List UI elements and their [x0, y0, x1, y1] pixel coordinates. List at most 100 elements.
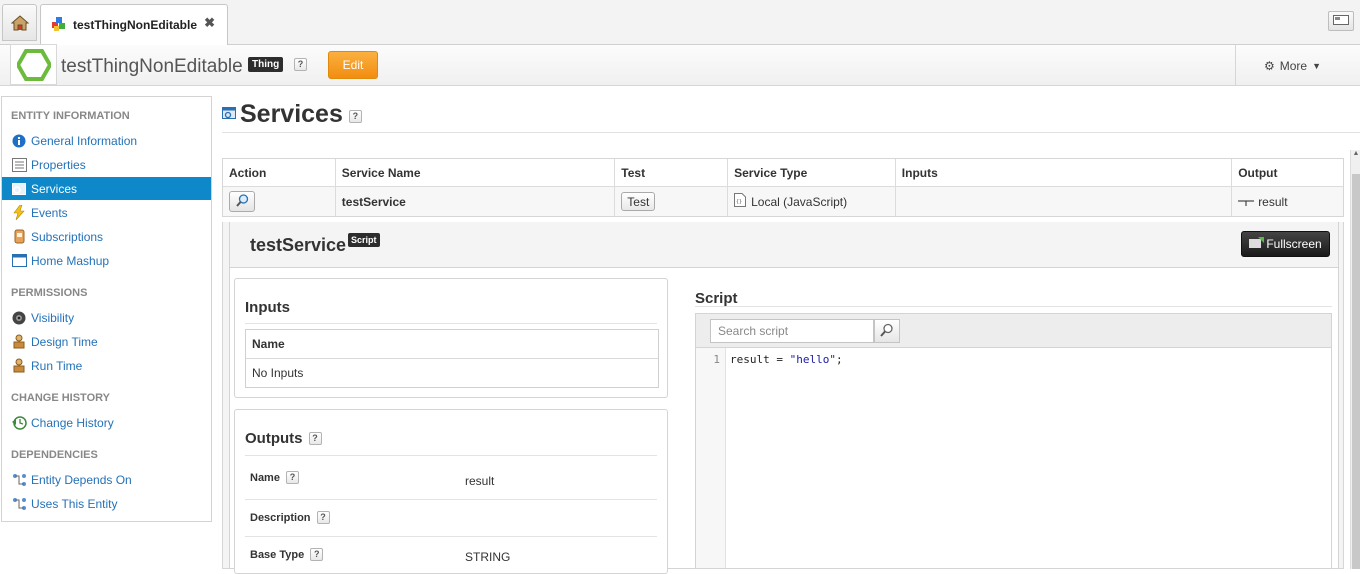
- scroll-thumb[interactable]: [1352, 174, 1360, 569]
- sidebar-item-entity-depends-on[interactable]: Entity Depends On: [2, 468, 211, 491]
- output-field-label: Name ?: [250, 471, 299, 484]
- view-service-button[interactable]: [229, 191, 255, 212]
- more-menu-button[interactable]: ⚙ More ▼: [1235, 45, 1360, 86]
- entity-type-badge: Thing: [248, 57, 284, 72]
- sidebar: ENTITY INFORMATION General Information P…: [1, 96, 212, 522]
- script-title: Script: [695, 290, 738, 307]
- sidebar-item-home-mashup[interactable]: Home Mashup: [2, 249, 211, 272]
- tab-entity[interactable]: testThingNonEditable ✖: [40, 4, 228, 45]
- table-header-row: Action Service Name Test Service Type In…: [223, 159, 1343, 187]
- divider: [245, 499, 657, 500]
- more-label: More: [1279, 58, 1308, 73]
- field-label-text: Description: [250, 511, 311, 524]
- test-cell: Test: [615, 187, 729, 216]
- output-cell: result: [1232, 187, 1343, 216]
- thing-cubes-icon: [51, 16, 67, 35]
- sidebar-item-run-time[interactable]: Run Time: [2, 354, 211, 377]
- tab-label: testThingNonEditable: [73, 18, 197, 32]
- sidebar-item-change-history[interactable]: Change History: [2, 411, 211, 434]
- help-icon[interactable]: ?: [294, 58, 307, 71]
- sidebar-item-services[interactable]: Services: [2, 177, 211, 200]
- inputs-cell: [896, 187, 1233, 216]
- search-button[interactable]: [874, 319, 900, 343]
- sidebar-item-label: Visibility: [31, 310, 75, 325]
- sidebar-item-label: Services: [31, 181, 78, 196]
- divider: [695, 306, 1332, 307]
- sidebar-item-label: General Information: [31, 133, 138, 148]
- code-string: "hello": [789, 353, 836, 366]
- line-number-gutter: 1: [696, 348, 726, 568]
- outputs-panel: Outputs ? Name ? result Description ? Ba…: [234, 409, 668, 574]
- tab-bar: testThingNonEditable ✖: [0, 0, 1360, 45]
- search-script-input[interactable]: Search script: [710, 319, 874, 343]
- inputs-grid: Name No Inputs: [245, 329, 659, 388]
- output-name-value: result: [465, 474, 495, 488]
- home-tab[interactable]: [2, 4, 37, 41]
- services-icon: [11, 181, 27, 197]
- table-row[interactable]: testService Test {} Local (JavaScript) r…: [223, 187, 1343, 216]
- test-button[interactable]: Test: [621, 192, 656, 211]
- fullscreen-label: Fullscreen: [1266, 237, 1322, 251]
- thing-hexagon-icon: [10, 44, 57, 85]
- help-icon[interactable]: ?: [285, 471, 299, 484]
- outputs-title: Outputs: [245, 430, 303, 447]
- mashup-icon: [11, 253, 27, 269]
- sidebar-item-visibility[interactable]: Visibility: [2, 306, 211, 329]
- sidebar-item-design-time[interactable]: Design Time: [2, 330, 211, 353]
- entity-header: testThingNonEditable Thing ? Edit ⚙ More…: [0, 44, 1360, 86]
- help-icon[interactable]: ?: [308, 432, 322, 445]
- column-header: Inputs: [895, 159, 1233, 186]
- sidebar-item-uses-this-entity[interactable]: Uses This Entity: [2, 492, 211, 515]
- sidebar-item-label: Uses This Entity: [31, 496, 118, 511]
- output-field-label: Base Type ?: [250, 548, 324, 561]
- sidebar-item-events[interactable]: Events: [2, 201, 211, 224]
- main-content: Services ? Action Service Name Test Serv…: [222, 94, 1360, 574]
- dependency-icon: [11, 496, 27, 512]
- divider: [245, 536, 657, 537]
- column-header: Output: [1232, 159, 1343, 186]
- scroll-up-icon[interactable]: ▲: [1351, 150, 1360, 162]
- page-title: Services ?: [222, 100, 362, 129]
- divider: [245, 455, 657, 456]
- output-field-label: Description ?: [250, 511, 330, 524]
- output-label: result: [1258, 194, 1288, 209]
- sidebar-item-label: Home Mashup: [31, 253, 110, 268]
- code-text: result =: [730, 353, 790, 366]
- entity-name: testThingNonEditable: [61, 56, 243, 77]
- edit-button[interactable]: Edit: [328, 51, 378, 79]
- window-toggle-button[interactable]: [1328, 11, 1354, 31]
- service-type-label: Local (JavaScript): [751, 194, 848, 209]
- sidebar-item-label: Run Time: [31, 358, 83, 373]
- sidebar-item-label: Design Time: [31, 334, 98, 349]
- field-label-text: Base Type: [250, 548, 305, 561]
- fullscreen-button[interactable]: Fullscreen: [1241, 231, 1330, 257]
- help-icon[interactable]: ?: [348, 110, 362, 123]
- sidebar-item-properties[interactable]: Properties: [2, 153, 211, 176]
- page-scrollbar[interactable]: ▲: [1350, 150, 1360, 569]
- help-icon[interactable]: ?: [310, 548, 324, 561]
- section-dependencies: DEPENDENCIES: [11, 449, 98, 461]
- section-entity-information: ENTITY INFORMATION: [11, 110, 130, 122]
- column-header: Action: [223, 159, 336, 186]
- column-header: Service Name: [335, 159, 616, 186]
- page-title-text: Services: [240, 100, 343, 128]
- output-base-type-value: STRING: [465, 550, 511, 564]
- dependency-icon: [11, 472, 27, 488]
- section-change-history: CHANGE HISTORY: [11, 392, 111, 404]
- close-icon[interactable]: ✖: [204, 15, 215, 31]
- sidebar-item-label: Change History: [31, 415, 114, 430]
- service-type-cell: {} Local (JavaScript): [728, 187, 896, 216]
- home-icon: [10, 14, 29, 31]
- section-permissions: PERMISSIONS: [11, 287, 88, 299]
- help-icon[interactable]: ?: [316, 511, 330, 524]
- inputs-title: Inputs: [245, 299, 290, 316]
- script-editor[interactable]: Search script 1 result = "hello";: [695, 313, 1332, 569]
- window-icon: [1333, 14, 1349, 28]
- subscriptions-icon: [11, 229, 27, 245]
- column-header: Name: [246, 330, 658, 359]
- sidebar-item-subscriptions[interactable]: Subscriptions: [2, 225, 211, 248]
- sidebar-item-label: Entity Depends On: [31, 472, 132, 487]
- line-number: 1: [713, 353, 720, 366]
- design-time-icon: [11, 334, 27, 350]
- sidebar-item-general-information[interactable]: General Information: [2, 129, 211, 152]
